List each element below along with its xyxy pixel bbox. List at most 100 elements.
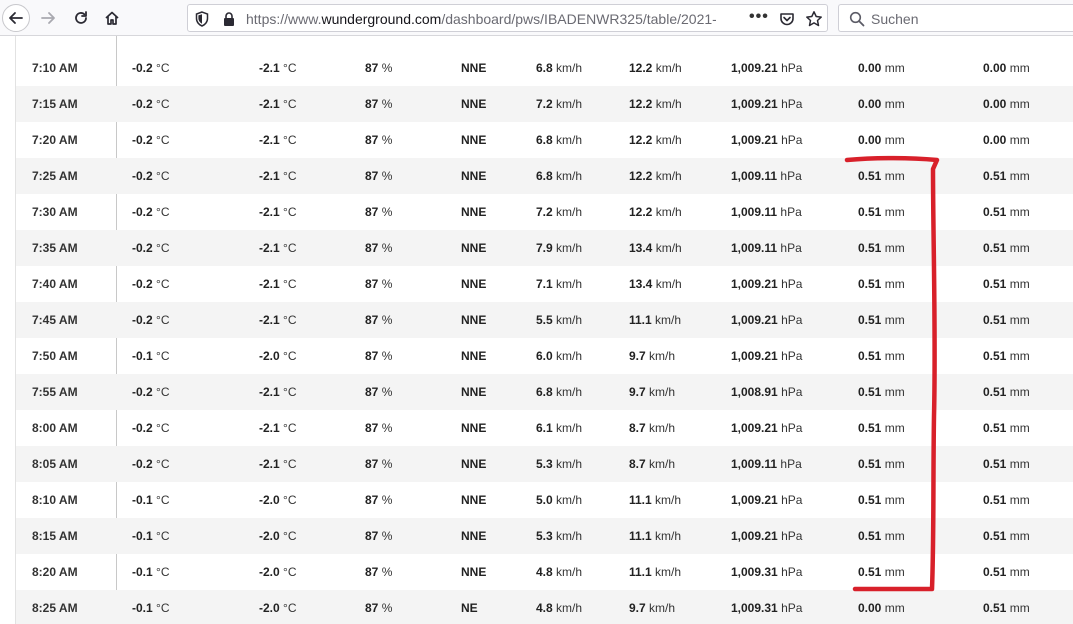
temperature-unit: °C [156, 313, 170, 327]
pressure-unit: hPa [781, 601, 803, 615]
precip-rate-cell: 0.51 mm [858, 374, 905, 410]
dew-point-value: -2.1 [259, 133, 280, 147]
home-button[interactable] [98, 4, 126, 32]
humidity-value: 87 [365, 529, 379, 543]
wind-direction-cell: NNE [461, 194, 486, 230]
url-bar[interactable]: https://www.wunderground.com/dashboard/p… [187, 4, 828, 32]
back-button[interactable] [2, 4, 30, 32]
pressure-cell: 1,009.31 hPa [731, 590, 802, 624]
wind-speed-cell: 5.3 km/h [536, 446, 582, 482]
dew-point-unit: °C [283, 349, 297, 363]
precip-rate-value: 0.51 [858, 529, 882, 543]
wind-gust-cell: 11.1 km/h [629, 482, 681, 518]
time-cell: 7:50 AM [32, 349, 78, 363]
humidity-value: 87 [365, 421, 379, 435]
wind-gust-unit: km/h [649, 349, 676, 363]
wind-gust-unit: km/h [655, 205, 682, 219]
wind-speed-cell: 7.2 km/h [536, 86, 582, 122]
wind-gust-cell: 12.2 km/h [629, 194, 682, 230]
pressure-unit: hPa [780, 169, 802, 183]
wind-gust-value: 12.2 [629, 205, 653, 219]
pocket-icon[interactable] [779, 11, 795, 27]
dew-point-cell: -2.1 °C [259, 122, 297, 158]
humidity-cell: 87 % [365, 590, 392, 624]
forward-button[interactable] [34, 4, 62, 32]
dew-point-cell: -2.1 °C [259, 374, 297, 410]
pressure-value: 1,009.11 [731, 241, 778, 255]
dew-point-value: -2.0 [259, 529, 280, 543]
humidity-cell: 87 % [365, 410, 392, 446]
wind-direction-value: NNE [461, 277, 487, 291]
humidity-unit: % [381, 493, 393, 507]
temperature-value: -0.2 [132, 457, 153, 471]
pressure-unit: hPa [781, 421, 803, 435]
dew-point-unit: °C [283, 493, 297, 507]
wind-gust-cell: 8.7 km/h [629, 410, 675, 446]
dew-point-value: -2.0 [259, 493, 280, 507]
table-row: 8:15 AM -0.1 °C -2.0 °C 87 % NNE 5.3 km/h 11.1… [16, 518, 1073, 554]
humidity-value: 87 [365, 385, 379, 399]
dew-point-cell: -2.1 °C [259, 302, 297, 338]
temperature-value: -0.2 [132, 61, 153, 75]
precip-accum-unit: mm [1009, 277, 1030, 291]
tracking-shield-icon[interactable] [195, 11, 209, 27]
precip-rate-value: 0.00 [858, 97, 882, 111]
search-bar[interactable]: Suchen [838, 4, 1073, 32]
table-row: 8:00 AM -0.2 °C -2.1 °C 87 % NNE 6.1 km/h 8.7 … [16, 410, 1073, 446]
humidity-cell: 87 % [365, 338, 392, 374]
wind-speed-value: 7.9 [536, 241, 553, 255]
wind-gust-value: 11.1 [629, 493, 652, 507]
table-row: 7:35 AM -0.2 °C -2.1 °C 87 % NNE 7.9 km/h 13.4… [16, 230, 1073, 266]
reload-button[interactable] [67, 4, 95, 32]
precip-accum-value: 0.51 [983, 169, 1007, 183]
dew-point-value: -2.1 [259, 277, 280, 291]
dew-point-unit: °C [283, 205, 297, 219]
precip-accum-cell: 0.51 mm [983, 266, 1030, 302]
lock-icon[interactable] [222, 11, 236, 27]
forward-arrow-icon [41, 12, 55, 24]
precip-accum-value: 0.00 [983, 133, 1007, 147]
table-row: 7:20 AM -0.2 °C -2.1 °C 87 % NNE 6.8 km/h 12.2… [16, 122, 1073, 158]
wind-gust-unit: km/h [655, 169, 682, 183]
dew-point-value: -2.0 [259, 349, 280, 363]
temperature-unit: °C [156, 601, 170, 615]
pressure-value: 1,009.11 [731, 169, 778, 183]
bookmark-star-icon[interactable] [805, 10, 823, 28]
dew-point-value: -2.1 [259, 205, 280, 219]
wind-direction-cell: NE [461, 590, 478, 624]
dew-point-cell: -2.1 °C [259, 410, 297, 446]
pressure-unit: hPa [781, 349, 803, 363]
temperature-cell: -0.2 °C [132, 122, 170, 158]
wind-direction-cell: NNE [461, 374, 486, 410]
temperature-cell: -0.2 °C [132, 302, 170, 338]
wind-speed-unit: km/h [556, 97, 583, 111]
wind-gust-cell: 9.7 km/h [629, 590, 675, 624]
temperature-unit: °C [156, 349, 170, 363]
humidity-unit: % [381, 421, 393, 435]
browser-toolbar: https://www.wunderground.com/dashboard/p… [0, 0, 1073, 36]
humidity-value: 87 [365, 565, 379, 579]
wind-speed-value: 5.3 [536, 529, 553, 543]
wind-direction-cell: NNE [461, 518, 486, 554]
dew-point-value: -2.1 [259, 97, 280, 111]
wind-speed-unit: km/h [556, 349, 583, 363]
time-cell: 8:15 AM [32, 529, 78, 543]
precip-rate-unit: mm [884, 313, 905, 327]
precip-accum-unit: mm [1009, 565, 1030, 579]
dew-point-value: -2.1 [259, 385, 280, 399]
humidity-cell: 87 % [365, 518, 392, 554]
page-actions-button[interactable]: ••• [749, 8, 769, 26]
precip-accum-value: 0.51 [983, 529, 1007, 543]
url-text[interactable]: https://www.wunderground.com/dashboard/p… [246, 11, 716, 27]
wind-speed-cell: 6.8 km/h [536, 122, 582, 158]
precip-rate-cell: 0.51 mm [858, 266, 905, 302]
dew-point-cell: -2.1 °C [259, 194, 297, 230]
wind-gust-cell: 12.2 km/h [629, 158, 682, 194]
wind-direction-value: NNE [461, 421, 487, 435]
dew-point-cell: -2.1 °C [259, 266, 297, 302]
pressure-value: 1,009.21 [731, 313, 778, 327]
humidity-value: 87 [365, 61, 379, 75]
wind-gust-cell: 11.1 km/h [629, 554, 681, 590]
pressure-value: 1,009.21 [731, 529, 778, 543]
wind-speed-value: 7.1 [536, 277, 553, 291]
